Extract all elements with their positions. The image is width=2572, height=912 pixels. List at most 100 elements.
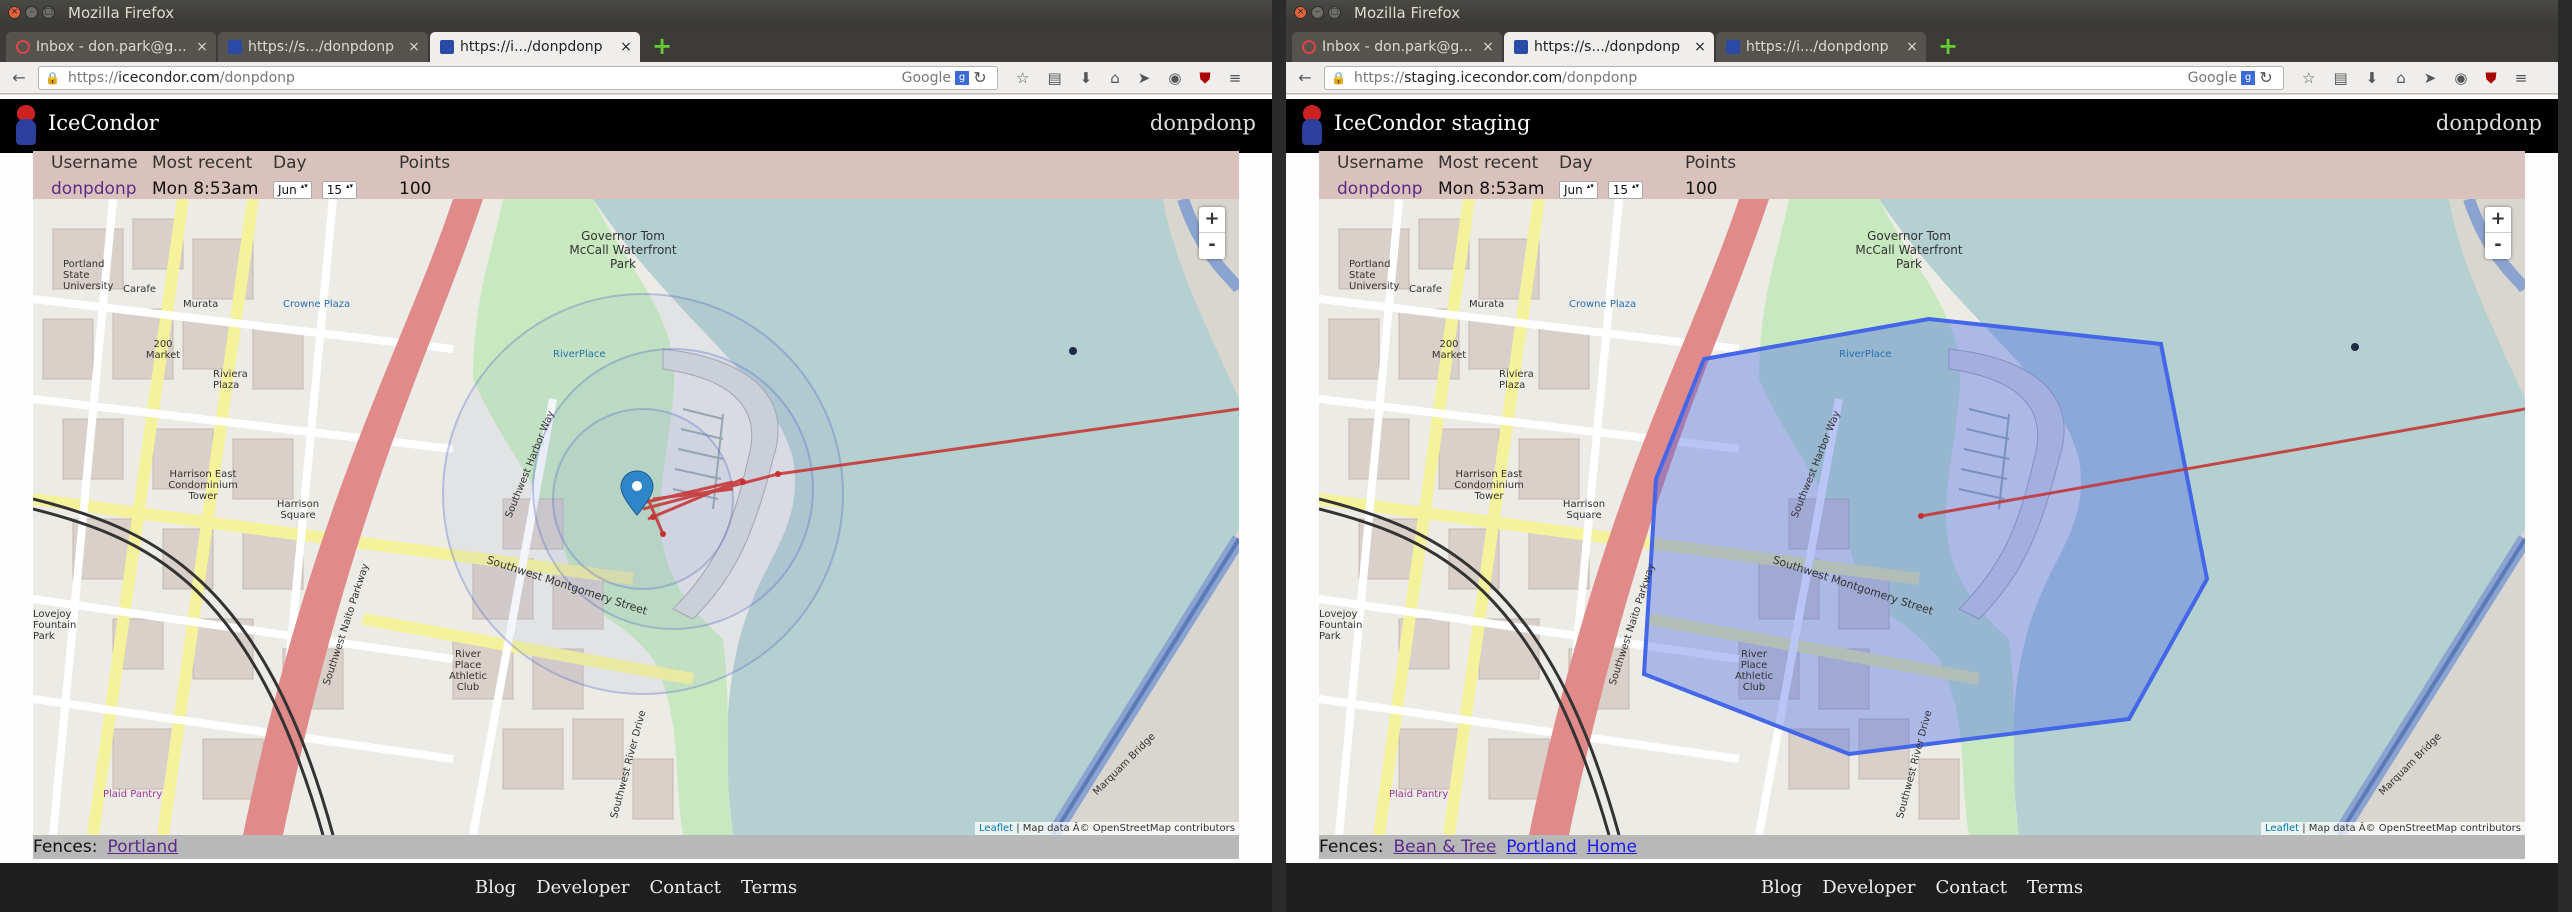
footer-link-developer[interactable]: Developer bbox=[536, 877, 629, 898]
footer-link-contact[interactable]: Contact bbox=[1935, 877, 2006, 898]
fence-link[interactable]: Portland bbox=[1506, 837, 1576, 857]
map-label-park: Governor Tom McCall Waterfront Park bbox=[1855, 229, 1963, 271]
fence-link[interactable]: Portland bbox=[107, 837, 177, 857]
window-close-button[interactable]: × bbox=[8, 6, 21, 19]
chat-icon[interactable]: ◉ bbox=[2454, 69, 2467, 87]
month-select[interactable]: Jun bbox=[273, 181, 312, 199]
map-view[interactable]: Governor Tom McCall Waterfront Park Port… bbox=[1319, 199, 2525, 835]
condor-logo-icon[interactable] bbox=[1300, 105, 1324, 147]
bookmark-star-icon[interactable]: ☆ bbox=[1016, 69, 1029, 87]
home-icon[interactable]: ⌂ bbox=[1110, 69, 1120, 87]
leaflet-link[interactable]: Leaflet bbox=[979, 823, 1013, 834]
window-maximize-button[interactable]: □ bbox=[1328, 6, 1341, 19]
tab-icecondor[interactable]: https://i.../donpdonp × bbox=[430, 32, 640, 62]
new-tab-button[interactable]: + bbox=[1936, 32, 1960, 62]
back-icon[interactable]: ← bbox=[1294, 68, 1316, 87]
window-close-button[interactable]: × bbox=[1294, 6, 1307, 19]
new-tab-button[interactable]: + bbox=[650, 32, 674, 62]
tab-inbox[interactable]: Inbox - don.park@g... × bbox=[6, 32, 216, 62]
points-value: 100 bbox=[399, 179, 432, 199]
bookmarks-list-icon[interactable]: ▤ bbox=[1047, 69, 1061, 87]
footer-link-blog[interactable]: Blog bbox=[475, 877, 516, 898]
site-brand[interactable]: IceCondor bbox=[48, 111, 159, 135]
menu-icon[interactable]: ≡ bbox=[2515, 69, 2528, 87]
map-label-riverplace: RiverPlace bbox=[553, 349, 606, 360]
footer-link-terms[interactable]: Terms bbox=[741, 877, 797, 898]
gmail-icon bbox=[16, 40, 30, 54]
home-icon[interactable]: ⌂ bbox=[2396, 69, 2406, 87]
tab-close-icon[interactable]: × bbox=[1480, 32, 1496, 62]
most-recent-label: Most recent bbox=[1438, 153, 1539, 173]
tab-close-icon[interactable]: × bbox=[1692, 32, 1708, 62]
tab-staging[interactable]: https://s.../donpdonp × bbox=[1504, 32, 1714, 62]
bookmark-star-icon[interactable]: ☆ bbox=[2302, 69, 2315, 87]
tab-close-icon[interactable]: × bbox=[194, 32, 210, 62]
chat-icon[interactable]: ◉ bbox=[1168, 69, 1181, 87]
map-label-murata: Murata bbox=[183, 299, 219, 310]
tab-label: https://i.../donpdonp bbox=[1746, 39, 1889, 55]
map-label-lovejoy: Lovejoy Fountain Park bbox=[33, 609, 77, 642]
fence-link[interactable]: Bean & Tree bbox=[1393, 837, 1496, 857]
google-icon[interactable]: g bbox=[2241, 70, 2255, 85]
window-minimize-button[interactable]: – bbox=[25, 6, 38, 19]
tab-close-icon[interactable]: × bbox=[1904, 32, 1920, 62]
download-icon[interactable]: ⬇ bbox=[1080, 69, 1093, 87]
map-label-harrison: Harrison East Condominium Tower bbox=[168, 469, 238, 502]
footer-link-developer[interactable]: Developer bbox=[1822, 877, 1915, 898]
day-select[interactable]: 15 bbox=[321, 181, 358, 199]
zoom-out-button[interactable]: - bbox=[1199, 233, 1225, 259]
send-icon[interactable]: ➤ bbox=[1138, 69, 1151, 87]
tab-close-icon[interactable]: × bbox=[406, 32, 422, 62]
month-select[interactable]: Jun bbox=[1559, 181, 1598, 199]
header-username[interactable]: donpdonp bbox=[2436, 111, 2542, 135]
header-username[interactable]: donpdonp bbox=[1150, 111, 1256, 135]
zoom-in-button[interactable]: + bbox=[1199, 207, 1225, 233]
footer-link-blog[interactable]: Blog bbox=[1761, 877, 1802, 898]
fence-link[interactable]: Home bbox=[1587, 837, 1637, 857]
username-link[interactable]: donpdonp bbox=[51, 179, 138, 199]
tab-label: https://i.../donpdonp bbox=[460, 39, 603, 55]
map-view[interactable]: Governor Tom McCall Waterfront Park Port… bbox=[33, 199, 1239, 835]
zoom-out-button[interactable]: - bbox=[2485, 233, 2511, 259]
url-text: https://staging.icecondor.com/donpdonp bbox=[1353, 69, 1638, 86]
url-bar[interactable]: 🔒 https://icecondor.com/donpdonp Google … bbox=[38, 65, 998, 90]
reload-icon[interactable]: ↻ bbox=[969, 68, 991, 87]
ublock-icon[interactable]: ⛊ bbox=[1199, 69, 1210, 87]
footer-link-contact[interactable]: Contact bbox=[649, 877, 720, 898]
menu-icon[interactable]: ≡ bbox=[1229, 69, 1242, 87]
map-attribution: Leaflet | Map data Â© OpenStreetMap cont… bbox=[975, 822, 1239, 835]
tab-bar: Inbox - don.park@g... × https://s.../donp… bbox=[0, 26, 1272, 62]
page-content: IceCondor staging donpdonp Username donpd… bbox=[1286, 95, 2558, 912]
zoom-in-button[interactable]: + bbox=[2485, 207, 2511, 233]
reload-icon[interactable]: ↻ bbox=[2255, 68, 2277, 87]
send-icon[interactable]: ➤ bbox=[2424, 69, 2437, 87]
window-minimize-button[interactable]: – bbox=[1311, 6, 1324, 19]
site-footer: Blog Developer Contact Terms bbox=[1286, 863, 2558, 912]
map-attribution: Leaflet | Map data Â© OpenStreetMap cont… bbox=[2261, 822, 2525, 835]
tab-close-icon[interactable]: × bbox=[618, 32, 634, 62]
day-select[interactable]: 15 bbox=[1607, 181, 1644, 199]
username-label: Username bbox=[1337, 153, 1424, 173]
download-icon[interactable]: ⬇ bbox=[2366, 69, 2379, 87]
tab-icecondor[interactable]: https://i.../donpdonp × bbox=[1716, 32, 1926, 62]
bookmarks-list-icon[interactable]: ▤ bbox=[2333, 69, 2347, 87]
tab-label: https://s.../donpdonp bbox=[1534, 39, 1680, 55]
tab-staging[interactable]: https://s.../donpdonp × bbox=[218, 32, 428, 62]
google-icon[interactable]: g bbox=[955, 70, 969, 85]
zoom-control: + - bbox=[1199, 207, 1225, 259]
most-recent-value: Mon 8:53am bbox=[152, 179, 259, 199]
tab-inbox[interactable]: Inbox - don.park@g... × bbox=[1292, 32, 1502, 62]
window-maximize-button[interactable]: □ bbox=[42, 6, 55, 19]
ublock-icon[interactable]: ⛊ bbox=[2485, 69, 2496, 87]
day-label: Day bbox=[1559, 153, 1593, 173]
site-brand[interactable]: IceCondor staging bbox=[1334, 111, 1530, 135]
icecondor-icon bbox=[1726, 40, 1740, 54]
most-recent-label: Most recent bbox=[152, 153, 253, 173]
tab-label: Inbox - don.park@g... bbox=[36, 39, 187, 55]
url-bar[interactable]: 🔒 https://staging.icecondor.com/donpdonp… bbox=[1324, 65, 2284, 90]
footer-link-terms[interactable]: Terms bbox=[2027, 877, 2083, 898]
back-icon[interactable]: ← bbox=[8, 68, 30, 87]
condor-logo-icon[interactable] bbox=[14, 105, 38, 147]
username-link[interactable]: donpdonp bbox=[1337, 179, 1424, 199]
leaflet-link[interactable]: Leaflet bbox=[2265, 823, 2299, 834]
